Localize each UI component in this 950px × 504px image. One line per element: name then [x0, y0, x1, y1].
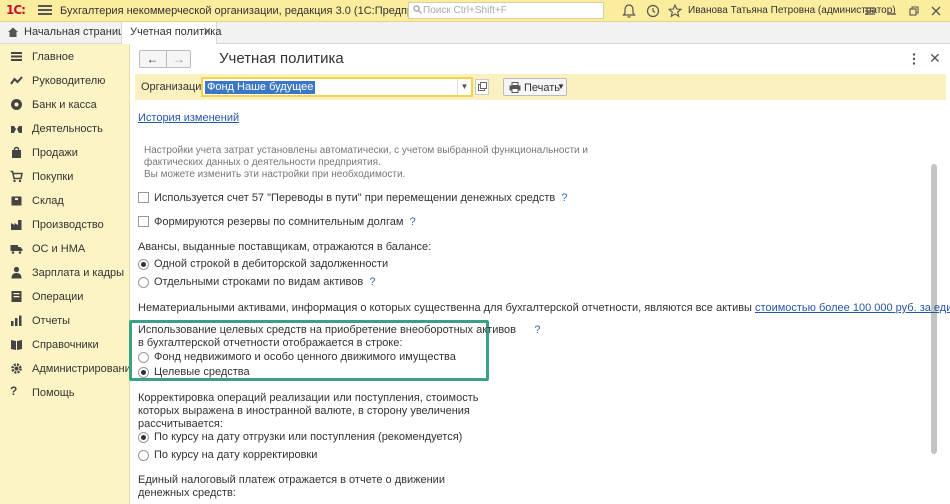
back-arrow-icon[interactable]: ←: [140, 51, 165, 67]
sidebar-item-activity[interactable]: Деятельность: [0, 118, 130, 140]
sidebar-item-reports[interactable]: Отчеты: [0, 310, 130, 332]
bag-icon: [12, 146, 21, 158]
open-organization-button[interactable]: [475, 79, 489, 95]
organization-field[interactable]: Фонд Наше будущее ▼: [201, 77, 473, 97]
radio-unselected[interactable]: [138, 277, 149, 288]
page-title: Учетная политика: [219, 50, 344, 67]
organization-value: Фонд Наше будущее: [205, 81, 316, 94]
help-icon[interactable]: ?: [369, 276, 375, 288]
close-window-icon[interactable]: [928, 3, 944, 19]
radio-selected[interactable]: [138, 432, 149, 443]
history-icon[interactable]: [645, 3, 661, 19]
tab-home-label: Начальная страница: [24, 26, 131, 38]
account57-label: Используется счет 57 "Переводы в пути" п…: [154, 192, 556, 204]
search-input[interactable]: Поиск Ctrl+Shift+F: [408, 2, 604, 19]
nav-buttons: ← →: [139, 50, 191, 68]
hands-icon: [11, 126, 22, 133]
print-chevron-icon: ▼: [557, 82, 565, 91]
sidebar-item-catalogs[interactable]: Справочники: [0, 334, 130, 356]
printer-icon: [509, 82, 521, 93]
box-icon: [11, 196, 22, 206]
accounting-policy-form: ← → Учетная политика ✕ Организация: Фонд…: [129, 44, 950, 504]
radio-selected[interactable]: [138, 367, 149, 378]
help-icon[interactable]: ?: [534, 324, 540, 336]
app-title: Бухгалтерия некоммерческой организации, …: [60, 5, 447, 17]
sidebar: Главное Руководителю Банк и касса Деятел…: [0, 44, 137, 504]
sidebar-item-help[interactable]: ? Помощь: [0, 382, 130, 404]
account57-checkbox[interactable]: Используется счет 57 "Переводы в пути" п…: [138, 192, 738, 206]
factory-icon: [11, 220, 22, 230]
home-icon: [8, 27, 18, 37]
reserves-label: Формируются резервы по сомнительным долг…: [154, 216, 404, 228]
sidebar-item-assets[interactable]: ОС и НМА: [0, 238, 130, 260]
book-icon: [11, 340, 22, 350]
sidebar-item-manager[interactable]: Руководителю: [0, 70, 130, 92]
coin-icon: [11, 99, 22, 110]
close-form-icon[interactable]: ✕: [929, 50, 941, 67]
chart-icon: [11, 315, 22, 326]
sidebar-item-warehouse[interactable]: Склад: [0, 190, 130, 212]
target-funds-label: Использование целевых средств на приобре…: [138, 324, 541, 336]
checkbox-box[interactable]: [138, 192, 149, 203]
intangible-threshold-link[interactable]: стоимостью более 100 000 руб. за единицу: [755, 302, 950, 314]
close-tab-icon[interactable]: ✕: [203, 25, 212, 38]
sidebar-item-production[interactable]: Производство: [0, 214, 130, 236]
search-icon: [413, 5, 422, 14]
history-link[interactable]: История изменений: [138, 112, 239, 124]
print-label: Печать: [524, 82, 561, 94]
fx-correction-label-3: рассчитывается:: [138, 418, 223, 430]
sidebar-item-bank[interactable]: Банк и касса: [0, 94, 130, 116]
vertical-scrollbar[interactable]: [930, 144, 938, 504]
chevron-down-icon[interactable]: ▼: [457, 79, 471, 95]
sidebar-item-main[interactable]: Главное: [0, 46, 130, 68]
advances-label: Авансы, выданные поставщикам, отражаются…: [138, 241, 432, 253]
organization-bar: Организация: Фонд Наше будущее ▼ Печать …: [135, 74, 946, 100]
target-funds-label-2: в бухгалтерской отчетности отображается …: [138, 337, 403, 349]
menu-lines-icon: [11, 52, 22, 61]
print-button[interactable]: Печать ▼: [503, 78, 567, 96]
bell-icon[interactable]: [621, 3, 637, 19]
title-bar: 1С: Бухгалтерия некоммерческой организац…: [0, 0, 950, 22]
question-icon: ?: [10, 384, 18, 398]
person-icon: [11, 266, 22, 279]
help-icon[interactable]: ?: [561, 192, 567, 204]
main-menu-icon[interactable]: [38, 3, 52, 17]
radio-unselected[interactable]: [138, 450, 149, 461]
restore-icon[interactable]: [906, 3, 922, 19]
sidebar-item-purchases[interactable]: Покупки: [0, 166, 130, 188]
sidebar-item-operations[interactable]: Операции: [0, 286, 130, 308]
sidebar-item-administration[interactable]: Администрирование: [0, 358, 137, 380]
auto-settings-note: Настройки учета затрат установлены автом…: [144, 145, 589, 180]
fx-correction-label-2: которых выражена в иностранной валюте, в…: [138, 405, 470, 417]
organization-label: Организация:: [141, 81, 211, 93]
sidebar-item-sales[interactable]: Продажи: [0, 142, 130, 164]
minimize-icon[interactable]: [884, 3, 900, 19]
1c-logo: 1С:: [6, 3, 26, 17]
checkbox-box[interactable]: [138, 216, 149, 227]
tab-home[interactable]: Начальная страница: [0, 22, 130, 44]
more-vertical-icon[interactable]: [911, 52, 917, 66]
truck-icon: [10, 245, 23, 254]
gear-icon: [11, 363, 22, 374]
help-icon[interactable]: ?: [410, 216, 416, 228]
fx-correction-label: Корректировка операций реализации или по…: [138, 392, 479, 404]
tax-payment-label-2: денежных средств:: [138, 487, 236, 499]
reserves-checkbox[interactable]: Формируются резервы по сомнительным долг…: [138, 216, 738, 230]
forward-arrow-icon[interactable]: →: [166, 51, 191, 67]
settings-lines-icon[interactable]: [862, 3, 878, 19]
ledger-icon: [11, 291, 22, 302]
search-placeholder: Поиск Ctrl+Shift+F: [423, 5, 507, 16]
tab-bar: Начальная страница Учетная политика ✕: [0, 22, 950, 45]
star-icon[interactable]: [667, 3, 683, 19]
sidebar-item-salary[interactable]: Зарплата и кадры: [0, 262, 130, 284]
radio-selected[interactable]: [138, 259, 149, 270]
trend-icon: [10, 76, 23, 85]
tax-payment-label: Единый налоговый платеж отражается в отч…: [138, 474, 445, 486]
cart-icon: [10, 170, 23, 183]
radio-unselected[interactable]: [138, 352, 149, 363]
open-window-icon: [478, 82, 487, 91]
tab-accounting-policy[interactable]: Учетная политика ✕: [121, 22, 221, 45]
intangible-assets-text: Нематериальными активами, информация о к…: [138, 302, 950, 314]
